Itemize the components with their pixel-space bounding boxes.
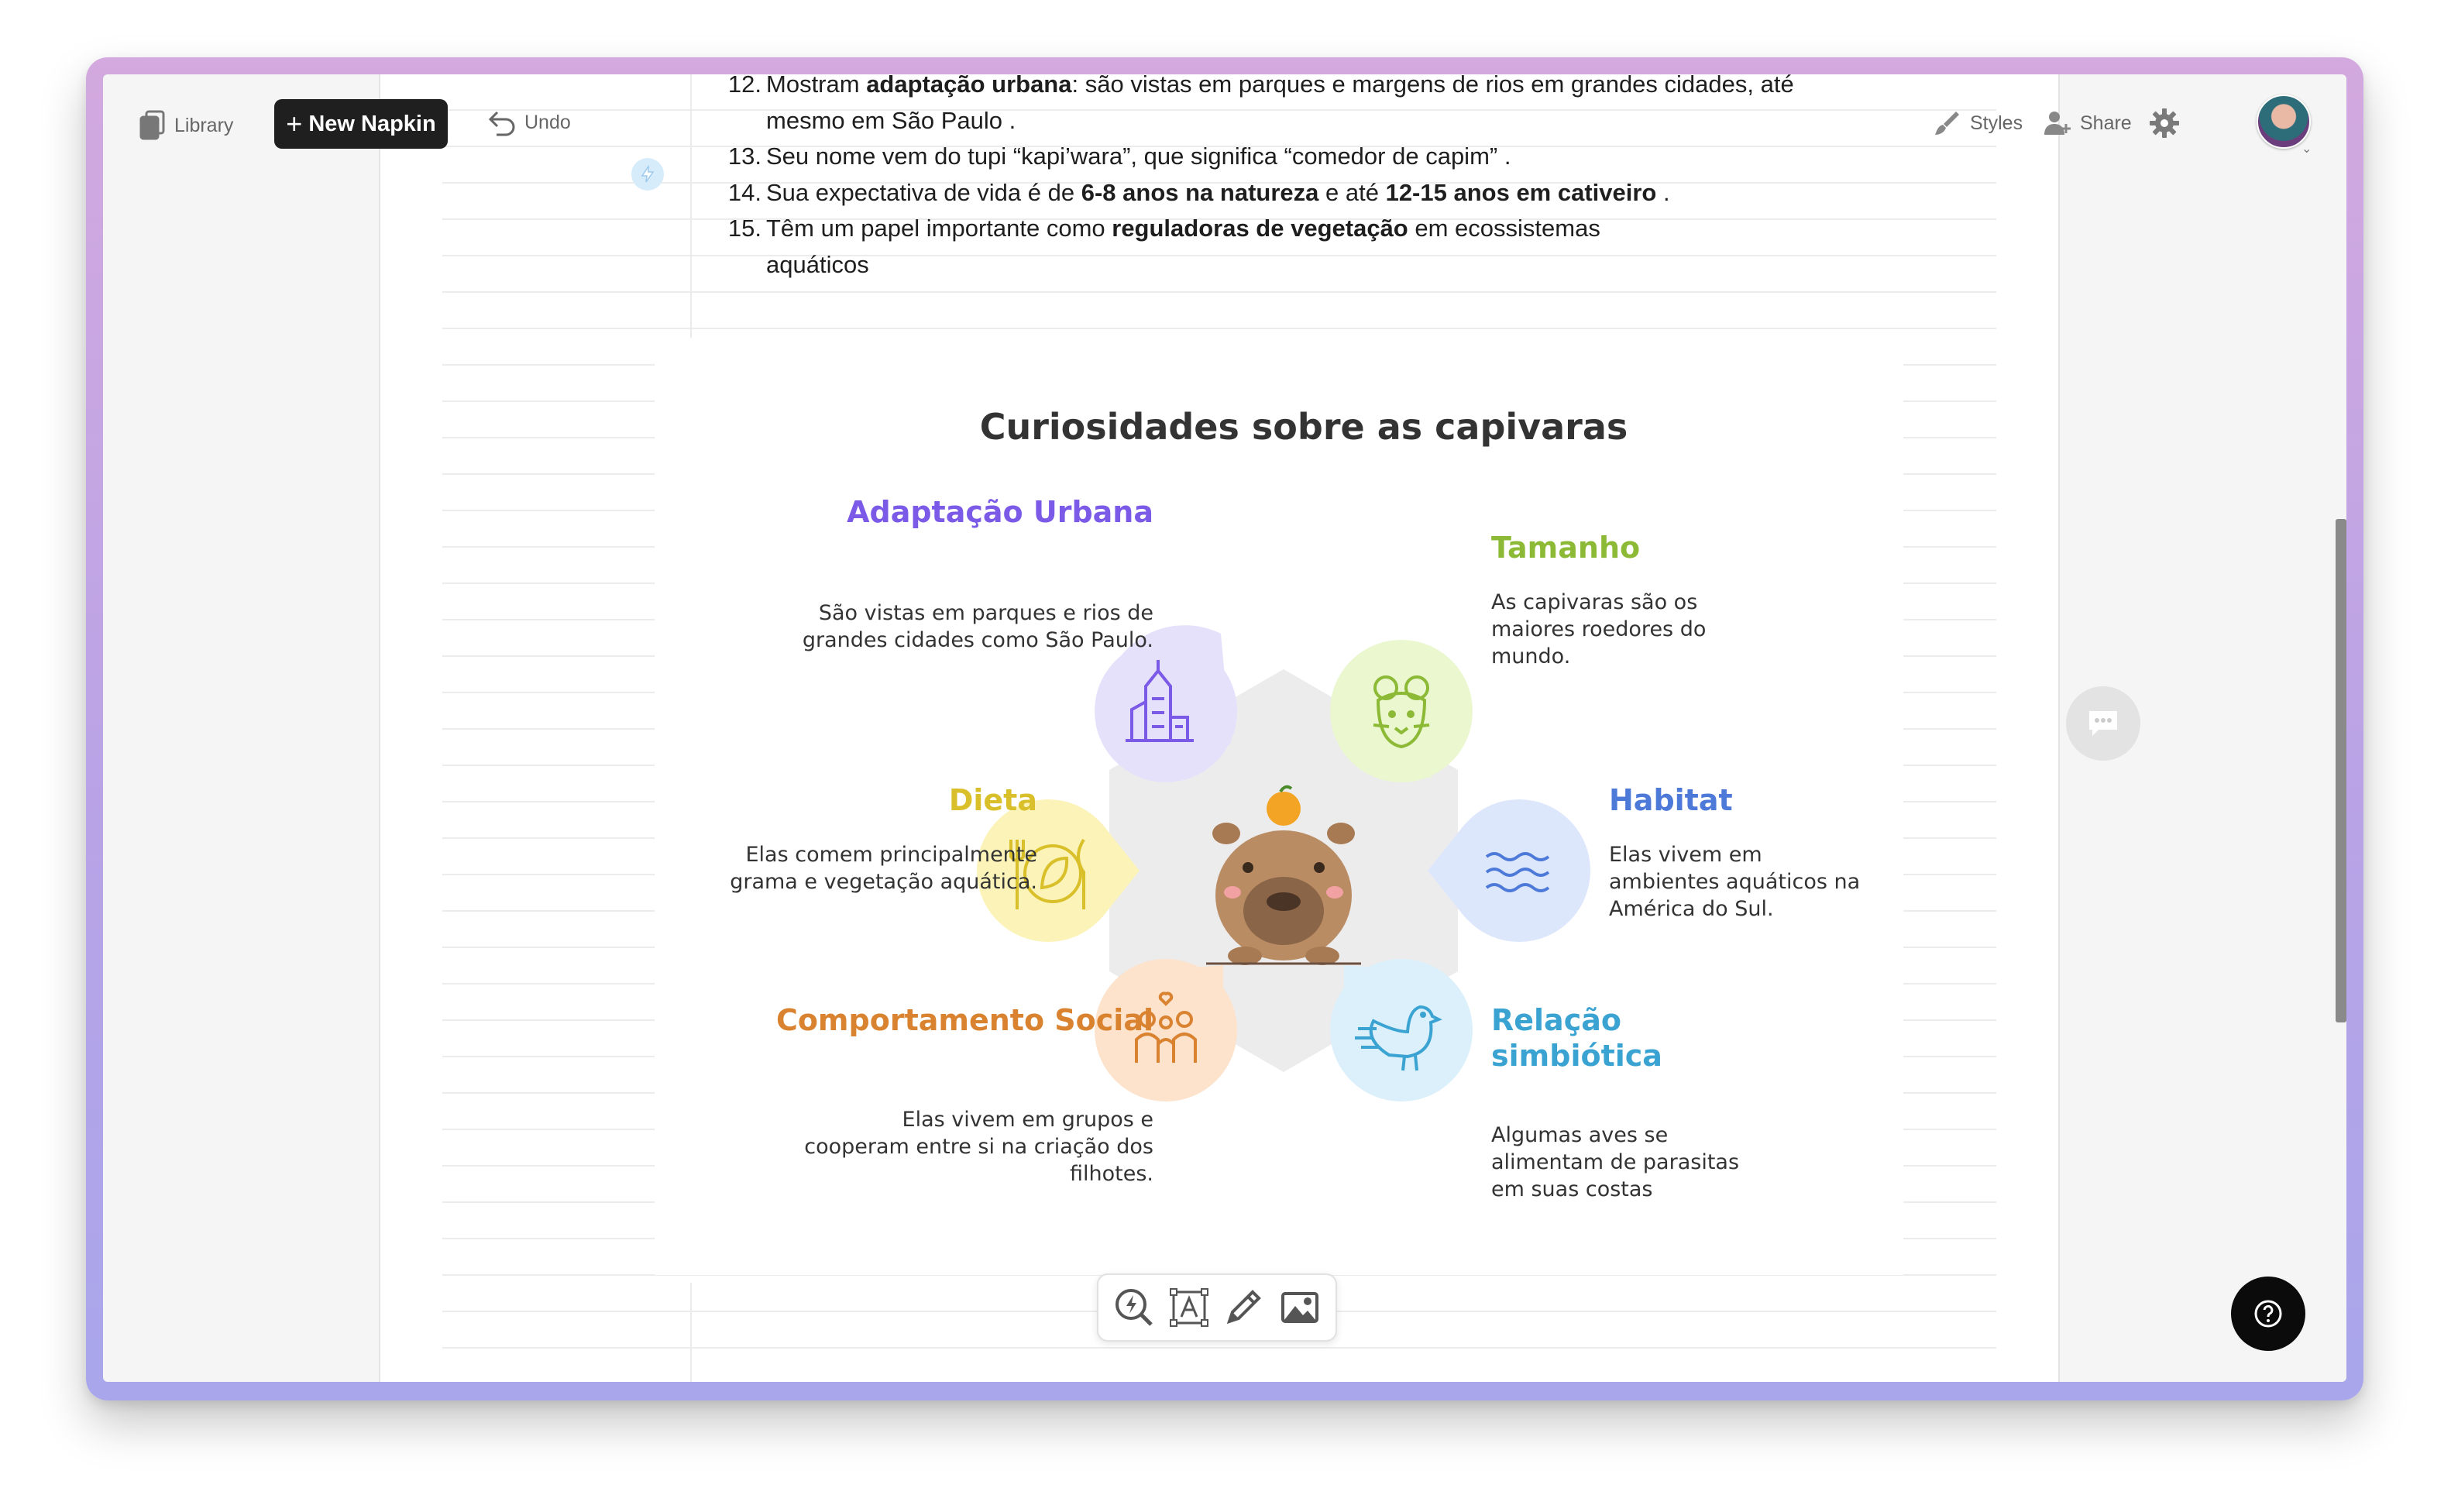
graphic-toolbar [1097,1273,1337,1342]
pencil-icon[interactable] [1222,1286,1265,1329]
question-icon [2254,1300,2282,1328]
section-body-relacao: Algumas aves se alimentam de parasitas e… [1491,1123,1740,1201]
section-body-habitat: Elas vivem em ambientes aquáticos na Amé… [1609,843,1861,921]
chat-bubble-icon [2089,711,2117,736]
image-icon[interactable] [1278,1286,1322,1329]
help-button[interactable] [2231,1277,2305,1351]
section-body-tamanho: As capivaras são os maiores roedores do … [1491,590,1707,668]
tamanho-bubble [1330,640,1473,782]
section-title-adaptacao: Adaptação Urbana [847,495,1153,529]
section-title-dieta: Dieta [948,783,1037,817]
section-body-dieta: Elas comem principalmente grama e vegeta… [730,843,1037,894]
text-frame-icon[interactable] [1169,1287,1209,1328]
section-title-comportamento: Comportamento Social [775,1003,1153,1037]
section-title-relacao: Relação simbiótica [1491,1003,1662,1073]
scrollbar-thumb[interactable] [2336,519,2346,1022]
section-body-adaptacao: São vistas em parques e rios de grandes … [802,601,1153,652]
comment-button[interactable] [2066,686,2140,761]
spark-search-icon[interactable] [1112,1286,1156,1329]
infographic-svg [977,625,1590,1101]
app-window: Library + New Napkin Undo Styles Share ⌄… [103,74,2346,1382]
section-body-comportamento: Elas vivem em grupos e cooperam entre si… [804,1108,1153,1186]
section-title-habitat: Habitat [1609,783,1733,817]
section-title-tamanho: Tamanho [1491,531,1641,565]
